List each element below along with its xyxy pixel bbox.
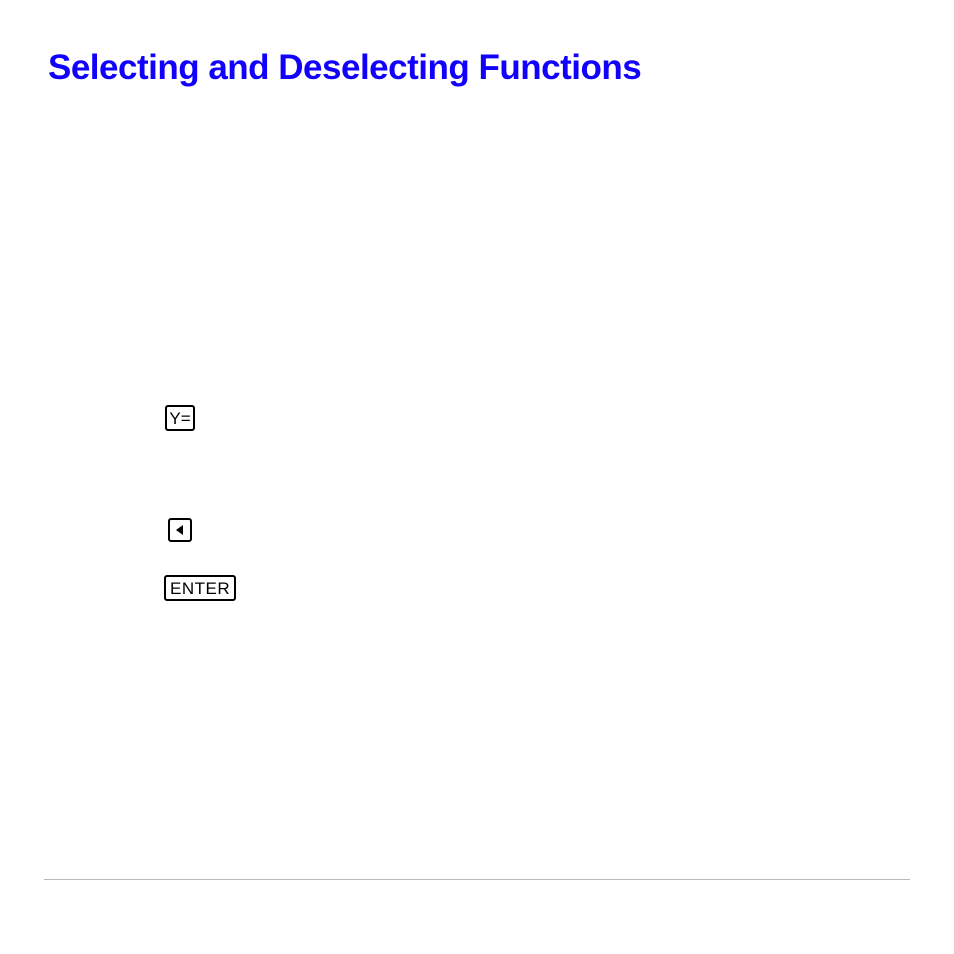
key-y-equals: Y= bbox=[165, 405, 195, 431]
section-title: Selecting and Deselecting Functions bbox=[48, 48, 641, 88]
key-enter: ENTER bbox=[164, 575, 236, 601]
triangle-left-icon bbox=[175, 524, 185, 536]
horizontal-rule bbox=[44, 879, 910, 880]
key-left-arrow bbox=[168, 518, 192, 542]
